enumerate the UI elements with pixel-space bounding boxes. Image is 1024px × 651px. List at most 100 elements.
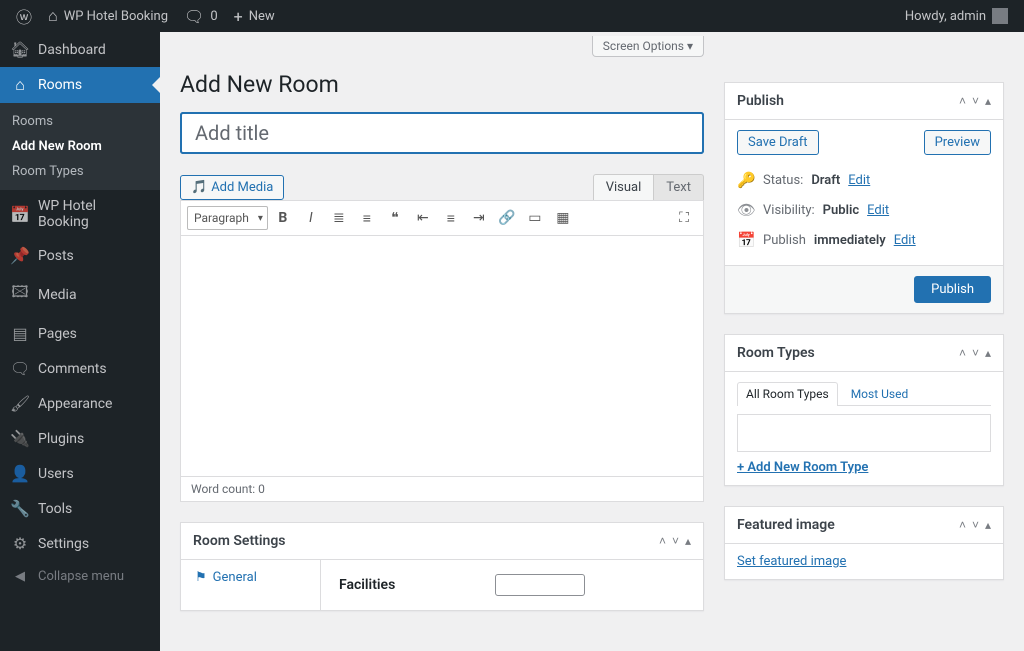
menu-tools[interactable]: 🔧Tools	[0, 491, 160, 526]
screen-options-toggle[interactable]: Screen Options ▾	[592, 36, 704, 57]
pin-icon: 📌	[10, 246, 30, 265]
comments-count: 0	[210, 9, 217, 24]
wp-logo[interactable]: ⓦ	[8, 0, 40, 32]
calendar-icon: 📅	[10, 205, 30, 224]
bullet-list-button[interactable]: ≣	[326, 205, 352, 231]
dashboard-icon: 🏠︎	[10, 40, 30, 59]
avatar	[992, 8, 1008, 24]
add-new-room-type-link[interactable]: + Add New Room Type	[737, 460, 868, 475]
page-title: Add New Room	[180, 71, 704, 98]
rooms-submenu: Rooms Add New Room Room Types	[0, 103, 160, 190]
eye-icon: 👁	[737, 201, 755, 219]
site-name-link[interactable]: ⌂ WP Hotel Booking	[40, 0, 176, 32]
content-editor[interactable]	[181, 236, 703, 476]
edit-visibility-link[interactable]: Edit	[867, 203, 889, 218]
publish-metabox: Publish ˄ ˅ ▴ Save Draft Preview 🔑Status…	[724, 82, 1004, 314]
tab-all-room-types[interactable]: All Room Types	[737, 382, 838, 406]
submenu-rooms[interactable]: Rooms	[0, 109, 160, 134]
align-center-button[interactable]: ≡	[438, 205, 464, 231]
editor-container: Paragraph B I ≣ ≡ ❝ ⇤ ≡ ⇥ 🔗 ▭ ▦ ⛶	[180, 200, 704, 502]
move-down-icon[interactable]: ˅	[972, 518, 979, 532]
fullscreen-button[interactable]: ⛶	[671, 205, 697, 231]
menu-users[interactable]: 👤Users	[0, 456, 160, 491]
toggle-icon[interactable]: ▴	[985, 518, 991, 532]
rs-tab-general[interactable]: ⚑General	[181, 560, 320, 595]
new-label: New	[249, 9, 275, 24]
comment-icon: 🗨	[10, 359, 30, 378]
menu-plugins[interactable]: 🔌Plugins	[0, 421, 160, 456]
tinymce-toolbar: Paragraph B I ≣ ≡ ❝ ⇤ ≡ ⇥ 🔗 ▭ ▦ ⛶	[181, 201, 703, 236]
room-types-title: Room Types	[737, 345, 815, 361]
collapse-menu[interactable]: ◀Collapse menu	[0, 561, 160, 592]
link-button[interactable]: 🔗	[494, 205, 520, 231]
menu-wp-hotel-booking[interactable]: 📅WP Hotel Booking	[0, 190, 160, 238]
more-button[interactable]: ▭	[522, 205, 548, 231]
flag-icon: ⚑	[195, 570, 207, 585]
align-right-button[interactable]: ⇥	[466, 205, 492, 231]
set-featured-image-link[interactable]: Set featured image	[737, 554, 846, 569]
word-count: Word count: 0	[181, 476, 703, 501]
facilities-input[interactable]	[495, 574, 585, 596]
menu-pages[interactable]: ▤Pages	[0, 316, 160, 351]
tab-text[interactable]: Text	[653, 174, 704, 200]
howdy-text: Howdy, admin	[905, 9, 986, 24]
tab-visual[interactable]: Visual	[593, 174, 654, 200]
numbered-list-button[interactable]: ≡	[354, 205, 380, 231]
menu-rooms[interactable]: ⌂Rooms	[0, 67, 160, 103]
tab-most-used[interactable]: Most Used	[842, 382, 918, 405]
toggle-icon[interactable]: ▴	[985, 94, 991, 108]
admin-sidebar: 🏠︎Dashboard ⌂Rooms Rooms Add New Room Ro…	[0, 32, 160, 651]
move-up-icon[interactable]: ˄	[959, 518, 966, 532]
room-types-metabox: Room Types ˄ ˅ ▴ All Room Types Most Use…	[724, 334, 1004, 486]
home-icon: ⌂	[48, 6, 58, 26]
toggle-icon[interactable]: ▴	[985, 346, 991, 360]
align-left-button[interactable]: ⇤	[410, 205, 436, 231]
collapse-icon: ◀	[10, 569, 30, 584]
save-draft-button[interactable]: Save Draft	[737, 130, 819, 155]
comments-link[interactable]: 🗨0	[176, 0, 226, 32]
move-up-icon[interactable]: ˄	[959, 346, 966, 360]
move-down-icon[interactable]: ˅	[972, 346, 979, 360]
move-up-icon[interactable]: ˄	[659, 534, 666, 548]
bold-button[interactable]: B	[270, 205, 296, 231]
media-icon: 🎵	[191, 180, 207, 195]
blockquote-button[interactable]: ❝	[382, 205, 408, 231]
submenu-add-new-room[interactable]: Add New Room	[0, 134, 160, 159]
publish-button[interactable]: Publish	[914, 276, 991, 303]
move-up-icon[interactable]: ˄	[959, 94, 966, 108]
new-content-link[interactable]: + New	[226, 0, 283, 32]
menu-settings[interactable]: ⚙Settings	[0, 526, 160, 561]
room-types-checklist	[737, 414, 991, 452]
post-title-input[interactable]	[180, 112, 704, 154]
format-select[interactable]: Paragraph	[187, 206, 268, 230]
comment-icon: 🗨	[184, 7, 204, 26]
menu-comments[interactable]: 🗨Comments	[0, 351, 160, 386]
admin-bar: ⓦ ⌂WP Hotel Booking 🗨0 +New Howdy, admin	[0, 0, 1024, 32]
featured-image-metabox: Featured image ˄ ˅ ▴ Set featured image	[724, 506, 1004, 580]
italic-button[interactable]: I	[298, 205, 324, 231]
plus-icon: +	[234, 7, 243, 26]
toolbar-toggle-button[interactable]: ▦	[550, 205, 576, 231]
key-icon: 🔑	[737, 171, 755, 189]
facilities-label: Facilities	[339, 577, 395, 593]
submenu-room-types[interactable]: Room Types	[0, 159, 160, 184]
wordpress-icon: ⓦ	[16, 4, 32, 28]
preview-button[interactable]: Preview	[924, 130, 991, 155]
calendar-icon: 📅	[737, 231, 755, 249]
media-icon: 🖾	[10, 281, 30, 308]
featured-image-title: Featured image	[737, 517, 835, 533]
menu-media[interactable]: 🖾Media	[0, 273, 160, 316]
menu-appearance[interactable]: 🖌Appearance	[0, 386, 160, 421]
brush-icon: 🖌	[10, 394, 30, 413]
menu-dashboard[interactable]: 🏠︎Dashboard	[0, 32, 160, 67]
edit-schedule-link[interactable]: Edit	[894, 233, 916, 248]
move-down-icon[interactable]: ˅	[972, 94, 979, 108]
site-name: WP Hotel Booking	[64, 9, 168, 24]
edit-status-link[interactable]: Edit	[848, 173, 870, 188]
toggle-icon[interactable]: ▴	[685, 534, 691, 548]
wrench-icon: 🔧	[10, 499, 30, 518]
menu-posts[interactable]: 📌Posts	[0, 238, 160, 273]
move-down-icon[interactable]: ˅	[672, 534, 679, 548]
account-link[interactable]: Howdy, admin	[897, 0, 1016, 32]
add-media-button[interactable]: 🎵Add Media	[180, 175, 284, 200]
